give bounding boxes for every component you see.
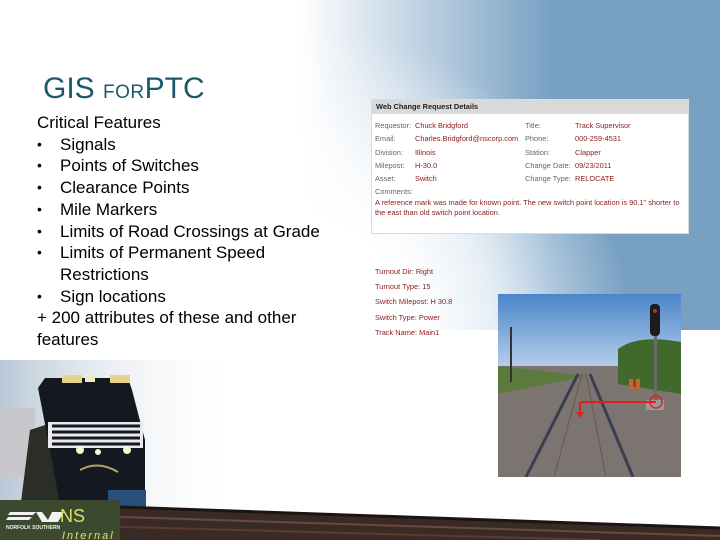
field-label: Turnout Type:	[375, 282, 421, 292]
feature-item: Signals	[37, 134, 357, 156]
field-value: Right	[415, 267, 434, 276]
field-value: Track Supervisor	[575, 121, 631, 130]
switch-detail-row: Turnout Type: 15	[375, 279, 452, 294]
field-value: H 30.8	[430, 297, 453, 307]
field-label: Switch Milepost:	[375, 297, 429, 307]
field-value: RELOCATE	[575, 174, 615, 184]
switch-details: Turnout Dir: Right Turnout Type: 15 Swit…	[375, 264, 452, 340]
switch-detail-row: Switch Milepost: H 30.8	[375, 294, 452, 309]
comments-label: Comments:	[375, 187, 413, 197]
panel-title: Web Change Request Details	[372, 100, 688, 114]
field-label: Division:	[375, 147, 403, 157]
feature-item: Points of Switches	[37, 155, 357, 177]
feature-item: Sign locations	[37, 286, 357, 308]
comment-text: A reference mark was made for known poin…	[375, 198, 680, 218]
field-value: 09/23/2011	[575, 160, 612, 170]
feature-item: Limits of Permanent Speed Restrictions	[37, 242, 357, 285]
field-value: Main1	[419, 327, 440, 337]
field-value: Chuck Bridgford	[415, 121, 468, 130]
title-part-for: FOR	[103, 82, 145, 103]
attributes-note: + 200 attributes of these and other feat…	[37, 308, 297, 350]
slide-body: Critical Features Signals Points of Swit…	[37, 112, 357, 351]
field-value: Clapper	[575, 147, 601, 157]
detail-row: Asset: Switch Change Type: RELOCATE	[375, 172, 685, 185]
title-part-gis: GIS	[43, 72, 104, 105]
detail-row: Requestor: Chuck Bridgford Title: Track …	[375, 119, 685, 132]
internal-label: Internal	[62, 530, 115, 542]
detail-row: Milepost: H-30.0 Change Date: 09/23/2011	[375, 159, 685, 172]
field-label: Change Type:	[525, 174, 571, 184]
switch-detail-row: Switch Type: Power	[375, 310, 452, 325]
field-value: Illinois	[415, 147, 436, 157]
field-label: Asset:	[375, 174, 396, 184]
field-label: Turnout Dir:	[375, 267, 414, 276]
email-link[interactable]: Charles.Bridgford@nscorp.com	[415, 132, 518, 145]
feature-item: Mile Markers	[37, 199, 357, 221]
detail-row: Email: Charles.Bridgford@nscorp.com Phon…	[375, 132, 685, 145]
slide-title: GIS FORPTC	[43, 72, 205, 106]
switch-detail-row: Track Name: Main1	[375, 325, 452, 340]
field-value: Power	[418, 312, 440, 322]
feature-item: Limits of Road Crossings at Grade	[37, 221, 357, 243]
web-change-request-panel: Web Change Request Details Requestor: Ch…	[371, 99, 689, 234]
field-label: Requestor:	[375, 121, 412, 130]
switch-detail-row: Turnout Dir: Right	[375, 264, 452, 279]
ns-label: NS	[60, 506, 86, 526]
feature-item: Clearance Points	[37, 177, 357, 199]
section-heading: Critical Features	[37, 113, 161, 132]
field-label: Title:	[525, 121, 541, 130]
field-label: Change Date:	[525, 160, 571, 170]
field-value: Switch	[415, 174, 437, 184]
field-value: H-30.0	[415, 160, 438, 170]
field-label: Email:	[375, 134, 396, 144]
field-label: Switch Type:	[375, 312, 417, 322]
detail-row: Division: Illinois Station: Clapper	[375, 146, 685, 159]
field-label: Track Name:	[375, 327, 418, 337]
field-label: Station:	[525, 147, 551, 157]
field-value: 000-259-4531	[575, 134, 622, 144]
title-part-ptc: PTC	[144, 72, 205, 105]
switch-track-photo	[498, 294, 681, 477]
logo-text: NORFOLK SOUTHERN	[6, 525, 61, 531]
field-value: 15	[422, 282, 431, 292]
feature-list: Signals Points of Switches Clearance Poi…	[37, 134, 357, 308]
field-label: Milepost:	[375, 160, 405, 170]
field-label: Phone:	[525, 134, 549, 144]
